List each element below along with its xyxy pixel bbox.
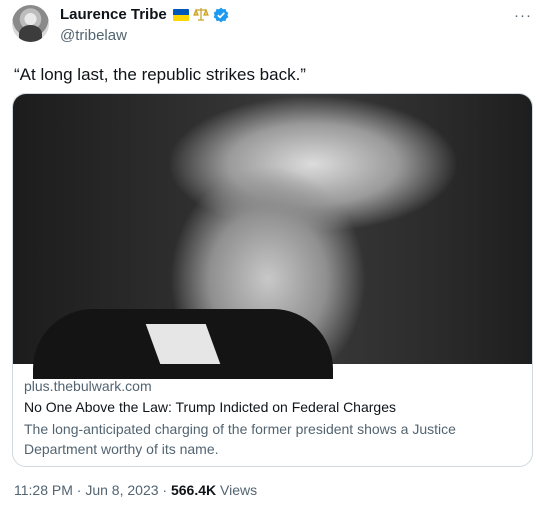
card-domain: plus.thebulwark.com: [24, 378, 152, 394]
card-image[interactable]: [13, 94, 532, 379]
views-count: 566.4K: [170, 482, 217, 498]
verified-icon: [213, 7, 229, 22]
tweet-text: “At long last, the republic strikes back…: [14, 65, 306, 84]
views-label: Views: [220, 482, 258, 498]
link-card[interactable]: plus.thebulwark.com No One Above the Law…: [12, 93, 533, 467]
card-description: The long-anticipated charging of the for…: [24, 421, 456, 457]
scales-icon: [192, 8, 209, 21]
avatar[interactable]: [12, 5, 49, 42]
card-title: No One Above the Law: Trump Indicted on …: [24, 399, 396, 415]
author-handle[interactable]: @tribelaw: [60, 27, 127, 44]
tweet-date[interactable]: Jun 8, 2023: [85, 482, 158, 498]
author-row: Laurence Tribe: [60, 6, 229, 23]
more-options-icon[interactable]: ···: [514, 7, 532, 24]
author-name[interactable]: Laurence Tribe: [60, 6, 167, 23]
tweet-meta: 11:28 PM · Jun 8, 2023 · 566.4K Views: [14, 482, 258, 498]
tweet-time[interactable]: 11:28 PM: [14, 482, 73, 498]
ukraine-flag-icon: [172, 8, 189, 21]
